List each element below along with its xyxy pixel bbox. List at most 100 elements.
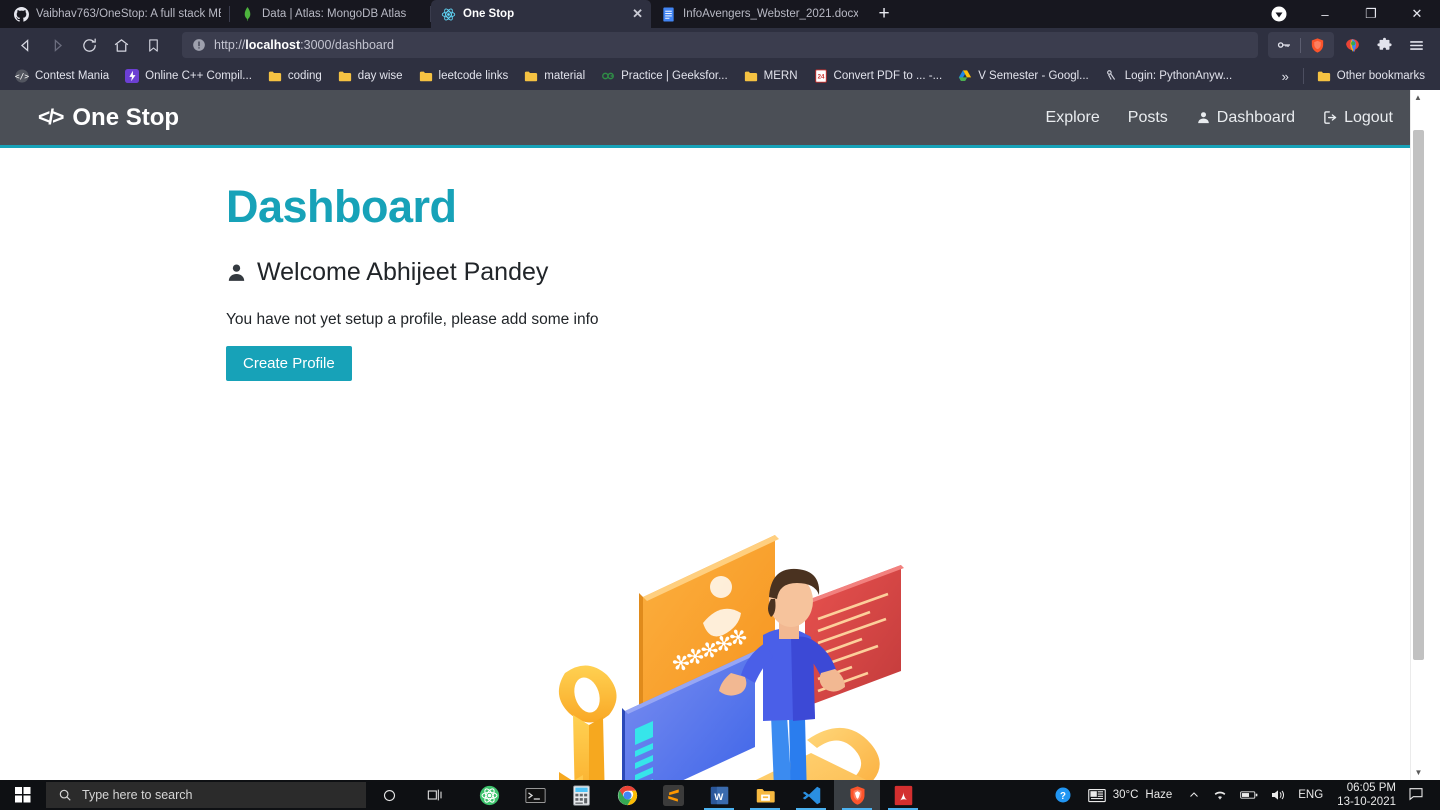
bookmark-label: leetcode links <box>438 70 509 82</box>
nav-link-label: Posts <box>1127 108 1168 126</box>
window-close-button[interactable]: ✕ <box>1394 0 1440 28</box>
bookmark-folder-coding[interactable]: coding <box>261 66 329 86</box>
user-icon <box>228 263 245 281</box>
windows-taskbar: Type here to search W ? 30°C Haze ENG 06… <box>0 780 1440 810</box>
home-icon[interactable] <box>106 31 136 59</box>
url-path: :3000/dashboard <box>300 38 394 52</box>
bookmarks-divider <box>1302 68 1304 84</box>
nav-link-logout[interactable]: Logout <box>1323 109 1393 127</box>
tab-title: InfoAvengers_Webster_2021.docx - Go <box>683 8 858 20</box>
taskbar-microsoft-word-icon[interactable]: W <box>696 780 742 810</box>
google-drive-icon <box>959 70 972 81</box>
new-tab-button[interactable]: + <box>870 0 898 28</box>
brave-browser-window: Vaibhav763/OneStop: A full stack MER Dat… <box>0 0 1440 780</box>
news-weather-icon <box>1087 788 1106 802</box>
taskbar-vscode-icon[interactable] <box>788 780 834 810</box>
window-minimize-button[interactable]: – <box>1302 0 1348 28</box>
nav-link-label: Explore <box>1045 108 1100 126</box>
puzzle-icon[interactable] <box>1370 31 1398 59</box>
tab-title: Vaibhav763/OneStop: A full stack MER <box>36 8 221 20</box>
page-scrollbar[interactable]: ▲ ▼ <box>1410 90 1425 780</box>
app-navbar: </> One Stop Explore Posts Dashboard Log… <box>0 90 1425 148</box>
nav-link-explore[interactable]: Explore <box>1046 109 1100 127</box>
bookmark-label: Login: PythonAnyw... <box>1124 70 1233 82</box>
bookmark-folder-mern[interactable]: MERN <box>737 66 805 86</box>
key-icon[interactable] <box>1276 37 1292 53</box>
browser-tab-0[interactable]: Vaibhav763/OneStop: A full stack MER <box>4 0 229 28</box>
taskbar-search-box[interactable]: Type here to search <box>46 782 366 808</box>
bookmark-label: coding <box>287 70 322 82</box>
key-shape <box>558 665 617 780</box>
bookmark-item-pythonanywhere[interactable]: Login: PythonAnyw... <box>1098 66 1239 86</box>
bookmark-icon[interactable] <box>138 31 168 59</box>
help-circle-icon[interactable]: ? <box>1048 786 1078 804</box>
geeksforgeeks-icon <box>602 72 615 80</box>
browser-toolbar: http://localhost:3000/dashboard <box>0 28 1440 62</box>
bookmark-folder-other-bookmarks[interactable]: Other bookmarks <box>1310 66 1432 86</box>
taskbar-brave-browser-icon[interactable] <box>834 780 880 810</box>
taskbar-clock[interactable]: 06:05 PM 13-10-2021 <box>1329 781 1404 810</box>
taskbar-chrome-icon[interactable] <box>604 780 650 810</box>
back-icon[interactable] <box>10 31 40 59</box>
taskbar-calculator-icon[interactable] <box>558 780 604 810</box>
not-secure-icon[interactable] <box>192 38 206 52</box>
window-maximize-button[interactable]: ❐ <box>1348 0 1394 28</box>
cortana-icon[interactable] <box>366 780 412 810</box>
bookmark-folder-leetcode-links[interactable]: leetcode links <box>412 66 516 86</box>
bookmark-item-geeksforgeeks[interactable]: Practice | Geeksfor... <box>594 66 735 86</box>
weather-widget[interactable]: 30°C Haze <box>1078 788 1183 803</box>
browser-tab-1[interactable]: Data | Atlas: MongoDB Atlas <box>230 0 430 28</box>
create-profile-button[interactable]: Create Profile <box>226 345 352 381</box>
scroll-down-arrow-icon[interactable]: ▼ <box>1411 765 1426 780</box>
svg-text:</>: </> <box>15 72 29 81</box>
folder-icon <box>1317 71 1330 82</box>
battery-icon[interactable] <box>1234 789 1264 801</box>
hamburger-menu-icon[interactable] <box>1402 31 1430 59</box>
bookmark-label: Convert PDF to ... -... <box>833 70 943 82</box>
reload-icon[interactable] <box>74 31 104 59</box>
brave-shield-icon[interactable] <box>1309 37 1326 54</box>
taskbar-app-buttons: W <box>466 780 926 810</box>
nav-link-posts[interactable]: Posts <box>1128 109 1168 127</box>
bookmark-folder-material[interactable]: material <box>517 66 592 86</box>
bookmark-item-online-cpp-compiler[interactable]: Online C++ Compil... <box>118 66 259 86</box>
bookmark-item-v-semester-drive[interactable]: V Semester - Googl... <box>951 66 1096 86</box>
taskbar-adobe-acrobat-icon[interactable] <box>880 780 926 810</box>
taskbar-file-explorer-icon[interactable] <box>742 780 788 810</box>
taskbar-sublime-text-icon[interactable] <box>650 780 696 810</box>
scroll-up-arrow-icon[interactable]: ▲ <box>1411 90 1425 105</box>
windows-start-icon[interactable] <box>0 780 46 810</box>
taskbar-terminal-icon[interactable] <box>512 780 558 810</box>
folder-icon <box>268 71 282 82</box>
chip-divider <box>1300 37 1301 53</box>
bookmark-item-convert-pdf[interactable]: 24 Convert PDF to ... -... <box>807 66 950 86</box>
github-icon <box>14 6 29 22</box>
brand-logo[interactable]: </> One Stop <box>38 104 179 132</box>
action-center-icon[interactable] <box>1404 786 1434 805</box>
scrollbar-thumb[interactable] <box>1413 130 1424 660</box>
taskbar-react-app-icon[interactable] <box>466 780 512 810</box>
weather-description: Haze <box>1145 789 1173 801</box>
nav-link-label: Logout <box>1344 108 1393 126</box>
task-view-icon[interactable] <box>412 780 458 810</box>
browser-tab-2-active[interactable]: One Stop ✕ <box>431 0 651 28</box>
wifi-icon[interactable] <box>1206 788 1234 802</box>
bookmark-label: material <box>544 70 586 82</box>
nav-link-dashboard[interactable]: Dashboard <box>1196 109 1295 127</box>
tab-close-icon[interactable]: ✕ <box>632 6 643 22</box>
bookmark-label: Contest Mania <box>35 70 110 82</box>
bookmark-folder-day-wise[interactable]: day wise <box>331 66 410 86</box>
chevron-up-icon[interactable] <box>1182 789 1206 801</box>
bookmarks-overflow-chevron[interactable]: » <box>1274 69 1297 84</box>
address-bar[interactable]: http://localhost:3000/dashboard <box>182 32 1258 58</box>
browser-tab-3[interactable]: InfoAvengers_Webster_2021.docx - Go <box>651 0 866 28</box>
brave-rewards-icon[interactable] <box>1256 0 1302 28</box>
search-icon <box>59 789 71 801</box>
language-indicator[interactable]: ENG <box>1292 789 1329 801</box>
isometric-security-illustration: ✻✻✻✻✻ <box>535 525 935 780</box>
bookmark-label: Online C++ Compil... <box>145 70 252 82</box>
brave-wallet-icon[interactable] <box>1338 31 1366 59</box>
bookmark-item-contest-mania[interactable]: </> Contest Mania <box>8 66 116 86</box>
pythonanywhere-icon <box>1106 70 1115 80</box>
volume-icon[interactable] <box>1264 788 1292 802</box>
